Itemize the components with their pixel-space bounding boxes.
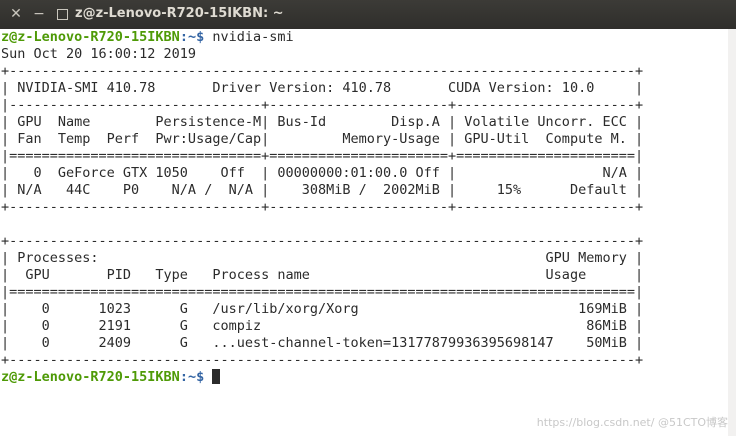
terminal-output[interactable]: z@z-Lenovo-R720-15IKBN:~$ nvidia-smi Sun… [0, 29, 728, 436]
prompt-path: :~$ [179, 29, 205, 45]
command-line: z@z-Lenovo-R720-15IKBN:~$ nvidia-smi [1, 29, 728, 46]
output-line: +---------------------------------------… [1, 233, 644, 249]
output-line: +-------------------------------+-------… [1, 199, 644, 215]
output-line: | N/A 44C P0 N/A / N/A | 308MiB / 2002Mi… [1, 182, 644, 198]
command-text: nvidia-smi [204, 29, 294, 45]
watermark: https://blog.csdn.net/ @51CTO博客 [536, 416, 728, 429]
output-line: | 0 1023 G /usr/lib/xorg/Xorg 169MiB | [1, 301, 644, 317]
window-titlebar: ✕ − z@z-Lenovo-R720-15IKBN: ~ [0, 0, 736, 29]
output-line: | Processes: GPU Memory | [1, 250, 644, 266]
window-title: z@z-Lenovo-R720-15IKBN: ~ [75, 6, 284, 21]
output-line: |=======================================… [1, 284, 644, 300]
output-line: | GPU PID Type Process name Usage | [1, 267, 644, 283]
output-line: |-------------------------------+-------… [1, 97, 644, 113]
output-line: | Fan Temp Perf Pwr:Usage/Cap| Memory-Us… [1, 131, 644, 147]
output-line: Sun Oct 20 16:00:12 2019 [1, 46, 197, 62]
text-cursor [212, 369, 221, 384]
prompt-path: :~$ [179, 369, 205, 385]
close-window-button[interactable]: ✕ [8, 6, 24, 22]
output-line: | 0 2191 G compiz 86MiB | [1, 318, 644, 334]
terminal-scrollbar[interactable] [728, 29, 736, 436]
output-line: +---------------------------------------… [1, 352, 644, 368]
final-prompt-line: z@z-Lenovo-R720-15IKBN:~$ [1, 369, 728, 386]
output-line: |===============================+=======… [1, 148, 644, 164]
output-line: | 0 GeForce GTX 1050 Off | 00000000:01:0… [1, 165, 644, 181]
prompt-user-host: z@z-Lenovo-R720-15IKBN [1, 29, 180, 45]
minimize-icon: − [33, 6, 45, 22]
output-line: | NVIDIA-SMI 410.78 Driver Version: 410.… [1, 80, 644, 96]
minimize-window-button[interactable]: − [31, 6, 47, 22]
prompt-user-host: z@z-Lenovo-R720-15IKBN [1, 369, 180, 385]
maximize-icon [56, 9, 68, 20]
close-icon: ✕ [10, 6, 22, 22]
output-line: | 0 2409 G ...uest-channel-token=1317787… [1, 335, 644, 351]
maximize-window-button[interactable] [54, 6, 70, 22]
output-line: | GPU Name Persistence-M| Bus-Id Disp.A … [1, 114, 644, 130]
output-line: +---------------------------------------… [1, 63, 644, 79]
